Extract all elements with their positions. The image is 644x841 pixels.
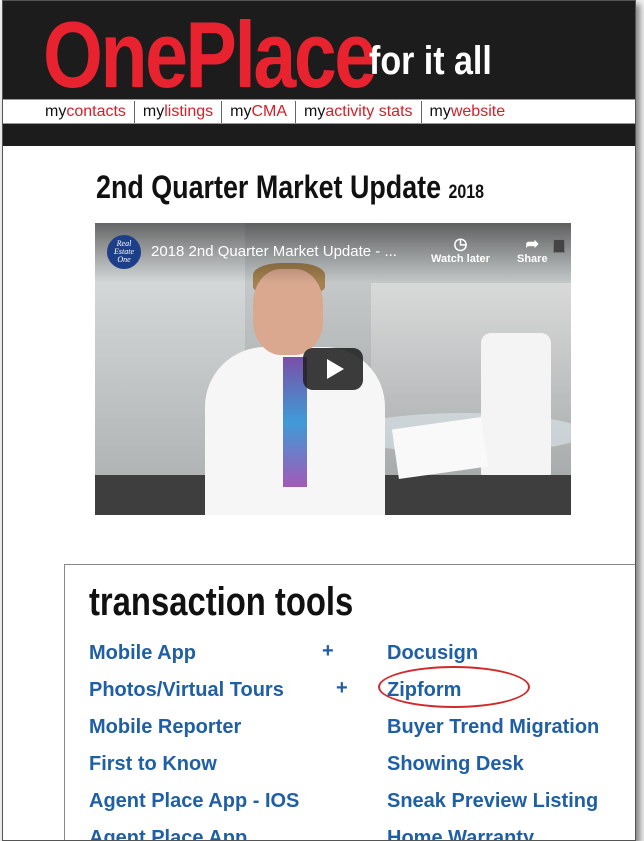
tool-link-home-warranty[interactable]: Home Warranty bbox=[387, 825, 599, 840]
tool-link-mobile-reporter[interactable]: Mobile Reporter bbox=[89, 714, 299, 751]
transaction-tools-title: transaction tools bbox=[89, 580, 354, 624]
tool-link-showing-desk[interactable]: Showing Desk bbox=[387, 751, 599, 788]
tools-right-column: Docusign Zipform Buyer Trend Migration S… bbox=[387, 640, 599, 840]
video-player[interactable]: Real Estate One 2018 2nd Quarter Market … bbox=[95, 223, 571, 515]
watch-later-label: Watch later bbox=[431, 253, 490, 265]
play-icon bbox=[326, 359, 344, 379]
page-frame: OnePlace for it all mycontacts mylisting… bbox=[2, 0, 636, 841]
tool-link-zipform[interactable]: Zipform bbox=[387, 677, 599, 714]
nav-mywebsite[interactable]: mywebsite bbox=[422, 101, 514, 123]
clock-icon: ◷ bbox=[453, 236, 468, 253]
header-band: OnePlace for it all bbox=[3, 1, 635, 107]
video-frame-chair bbox=[481, 333, 551, 483]
video-title[interactable]: 2018 2nd Quarter Market Update - ... bbox=[151, 243, 397, 260]
tool-link-mobile-app[interactable]: Mobile App bbox=[89, 640, 299, 677]
tool-link-docusign[interactable]: Docusign bbox=[387, 640, 599, 677]
logo-tagline: for it all bbox=[369, 39, 492, 83]
nav-myactivity-stats[interactable]: myactivity stats bbox=[296, 100, 422, 123]
header-bottom-band bbox=[3, 124, 635, 146]
market-update-year: 2018 bbox=[448, 182, 485, 203]
transaction-tools-panel: transaction tools Mobile App Photos/Virt… bbox=[64, 564, 635, 840]
market-update-title: 2nd Quarter Market Update 2018 bbox=[96, 169, 484, 206]
channel-avatar[interactable]: Real Estate One bbox=[107, 235, 141, 269]
expand-photos-icon[interactable]: + bbox=[336, 677, 348, 700]
tool-link-agent-place-app-ios[interactable]: Agent Place App - IOS bbox=[89, 788, 299, 825]
tools-left-column: Mobile App Photos/Virtual Tours Mobile R… bbox=[89, 640, 299, 840]
expand-mobile-app-icon[interactable]: + bbox=[322, 640, 334, 663]
share-icon: ➦ bbox=[525, 236, 539, 253]
tool-link-photos-virtual-tours[interactable]: Photos/Virtual Tours bbox=[89, 677, 299, 714]
tool-link-first-to-know[interactable]: First to Know bbox=[89, 751, 299, 788]
tool-link-buyer-trend-migration[interactable]: Buyer Trend Migration bbox=[387, 714, 599, 751]
nav-mylistings[interactable]: mylistings bbox=[135, 100, 223, 123]
main-nav: mycontacts mylistings myCMA myactivity s… bbox=[3, 99, 635, 124]
play-button[interactable] bbox=[303, 348, 363, 390]
share-label: Share bbox=[517, 253, 548, 265]
nav-mycontacts[interactable]: mycontacts bbox=[37, 100, 135, 123]
watch-later-button[interactable]: ◷ Watch later bbox=[431, 236, 490, 266]
tool-link-sneak-preview-listing[interactable]: Sneak Preview Listing bbox=[387, 788, 599, 825]
market-update-title-text: 2nd Quarter Market Update bbox=[96, 169, 442, 205]
logo-text: OnePlace bbox=[43, 2, 377, 107]
tool-link-agent-place-app[interactable]: Agent Place App bbox=[89, 825, 299, 840]
nav-mycma[interactable]: myCMA bbox=[222, 100, 297, 123]
video-menu-icon[interactable] bbox=[553, 239, 565, 253]
share-button[interactable]: ➦ Share bbox=[517, 236, 548, 266]
